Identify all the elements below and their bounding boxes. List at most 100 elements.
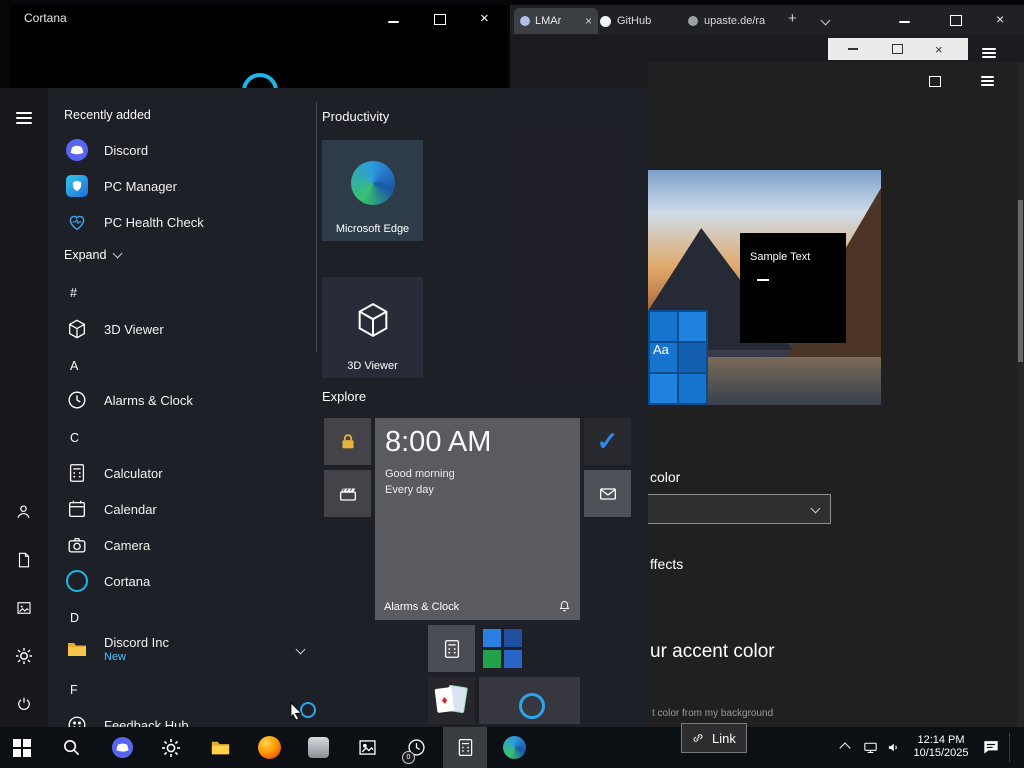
calculator-icon: [455, 737, 476, 758]
tab-label: upaste.de/ra: [704, 15, 766, 27]
tile-store[interactable]: [324, 418, 371, 465]
tile-movies-tv[interactable]: [324, 470, 371, 517]
browser-tab[interactable]: GitHub: [592, 8, 688, 34]
mini-tile: [679, 374, 706, 403]
badge-count: 0: [406, 754, 411, 761]
calendar-icon: [64, 496, 90, 522]
taskbar-photos[interactable]: [345, 727, 389, 768]
app-item-calendar[interactable]: Calendar: [56, 491, 314, 527]
app-item-pc-manager[interactable]: PC Manager: [56, 168, 314, 204]
list-scrollbar[interactable]: [316, 102, 317, 352]
section-header-c[interactable]: C: [70, 431, 79, 445]
mini-tile-blue: [483, 629, 501, 647]
tray-volume-icon[interactable]: [886, 739, 903, 756]
tile-mail[interactable]: [584, 470, 631, 517]
app-item-discord[interactable]: Discord: [56, 132, 314, 168]
maximize-icon[interactable]: [892, 44, 903, 54]
taskbar-app[interactable]: [296, 727, 340, 768]
power-icon[interactable]: [15, 695, 33, 713]
tile-alarms-clock-live[interactable]: 8:00 AM Good morning Every day Alarms & …: [375, 418, 580, 620]
app-item-alarms[interactable]: Alarms & Clock: [56, 382, 314, 418]
taskbar-alarms[interactable]: 0: [394, 727, 438, 768]
notification-badge: 0: [402, 751, 415, 764]
hamburger-menu-icon[interactable]: [16, 109, 32, 127]
maximize-icon[interactable]: [950, 15, 962, 26]
pc-manager-icon: [64, 173, 90, 199]
tile-microsoft-edge[interactable]: Microsoft Edge: [322, 140, 423, 241]
tile-3d-viewer[interactable]: 3D Viewer: [322, 277, 423, 378]
taskbar-discord[interactable]: [100, 727, 144, 768]
tray-show-hidden-icons[interactable]: [830, 727, 860, 768]
minimize-icon[interactable]: [899, 21, 910, 23]
settings-gear-icon[interactable]: [15, 647, 33, 665]
minimize-icon[interactable]: [388, 21, 399, 23]
taskbar-calculator-active[interactable]: [443, 727, 487, 768]
taskbar-edge[interactable]: [492, 727, 536, 768]
sample-text-label: Sample Text: [750, 251, 811, 263]
section-header-hash[interactable]: #: [70, 286, 77, 300]
tile-solitaire[interactable]: ♦: [428, 677, 475, 724]
app-item-cortana[interactable]: Cortana: [56, 563, 314, 599]
minimize-icon[interactable]: [848, 48, 858, 50]
pictures-icon[interactable]: [15, 599, 33, 617]
taskbar-firefox[interactable]: [247, 727, 291, 768]
link-label: Link: [712, 730, 736, 746]
tile-label: 3D Viewer: [347, 360, 398, 372]
settings-menu-icon[interactable]: [981, 74, 994, 88]
app-item-pc-health-check[interactable]: PC Health Check: [56, 204, 314, 240]
expand-toggle[interactable]: Expand: [64, 248, 123, 262]
close-icon[interactable]: ×: [996, 11, 1004, 27]
tray-clock[interactable]: 12:14 PM 10/15/2025: [905, 734, 977, 760]
app-label: Camera: [104, 537, 151, 553]
browser-tab[interactable]: upaste.de/ra: [680, 8, 792, 34]
restore-icon[interactable]: [929, 76, 941, 87]
heart-pulse-icon: [64, 209, 90, 235]
close-icon[interactable]: ×: [480, 10, 489, 27]
photos-icon: [357, 737, 378, 758]
mini-tile: [679, 312, 706, 341]
start-button[interactable]: [0, 727, 44, 768]
tab-list-chevron-icon[interactable]: [820, 15, 831, 26]
tile-group-explore[interactable]: Explore: [322, 389, 366, 404]
tile-partial[interactable]: [479, 677, 580, 724]
cortana-spinner: [242, 73, 278, 88]
show-desktop-divider[interactable]: [1009, 733, 1010, 762]
close-icon[interactable]: ×: [935, 42, 943, 57]
app-item-calculator[interactable]: Calculator: [56, 455, 314, 491]
taskbar-file-explorer[interactable]: [198, 727, 242, 768]
scrollbar-thumb[interactable]: [1018, 200, 1023, 362]
tile-calculator[interactable]: [428, 625, 475, 672]
taskbar-settings[interactable]: [149, 727, 193, 768]
scrollbar-track[interactable]: [1017, 62, 1024, 727]
tray-display-icon[interactable]: [862, 739, 879, 756]
link-button[interactable]: Link: [681, 723, 747, 753]
discord-icon: [64, 137, 90, 163]
section-header-d[interactable]: D: [70, 611, 79, 625]
new-tab-icon[interactable]: +: [788, 10, 797, 27]
search-button[interactable]: [49, 727, 93, 768]
github-favicon: [600, 15, 611, 27]
clock-time: 12:14 PM: [917, 734, 965, 746]
section-header-a[interactable]: A: [70, 359, 78, 373]
app-item-feedback-hub[interactable]: Feedback Hub: [56, 707, 314, 727]
folder-item-discord-inc[interactable]: Discord Inc New: [56, 627, 314, 671]
action-center-icon[interactable]: [981, 737, 1001, 757]
app-item-3d-viewer[interactable]: 3D Viewer: [56, 311, 314, 347]
tab-label: GitHub: [617, 15, 652, 27]
app-label: Cortana: [104, 573, 151, 589]
background-window-titlebar: ×: [828, 38, 968, 60]
app-item-camera[interactable]: Camera: [56, 527, 314, 563]
browser-menu-icon[interactable]: [982, 46, 996, 60]
app-label: Calendar: [104, 501, 157, 517]
browser-tab-active[interactable]: LMAr ×: [514, 8, 598, 34]
tile-office-group[interactable]: [479, 625, 526, 672]
tile-to-do[interactable]: ✓: [584, 418, 631, 465]
maximize-icon[interactable]: [434, 14, 446, 25]
tab-close-icon[interactable]: ×: [585, 14, 592, 28]
documents-icon[interactable]: [15, 551, 33, 569]
section-header-f[interactable]: F: [70, 683, 78, 697]
color-dropdown[interactable]: [648, 494, 831, 524]
user-account-icon[interactable]: [14, 502, 33, 521]
folder-chevron-icon: [295, 644, 306, 654]
tile-group-productivity[interactable]: Productivity: [322, 109, 389, 124]
